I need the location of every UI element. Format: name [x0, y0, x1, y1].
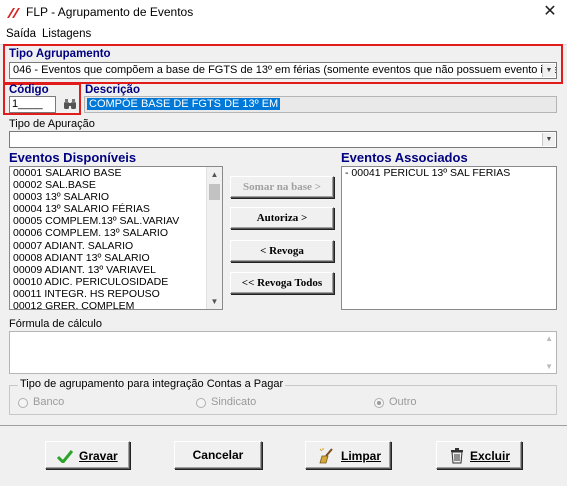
eventos-disponiveis-rows: 00001 SALARIO BASE 00002 SAL.BASE 00003 13…: [10, 167, 222, 309]
menu-bar: Saída Listagens: [0, 26, 567, 44]
tipo-apuracao-label: Tipo de Apuração: [9, 118, 95, 130]
list-item[interactable]: 00001 SALARIO BASE: [10, 167, 222, 179]
excluir-label: Excluir: [470, 449, 511, 463]
tipo-agrupamento-value: 046 - Eventos que compõem a base de FGTS…: [13, 64, 557, 76]
scroll-up-icon[interactable]: ▲: [207, 167, 222, 182]
radio-banco[interactable]: [18, 398, 28, 408]
descricao-value: COMPÕE BASE DE FGTS DE 13º EM: [87, 98, 281, 110]
list-item[interactable]: 00008 ADIANT 13º SALARIO: [10, 252, 222, 264]
eventos-disponiveis-label: Eventos Disponíveis: [9, 150, 137, 165]
excluir-button[interactable]: Excluir: [436, 441, 522, 469]
close-icon[interactable]: ✕: [540, 2, 560, 22]
formula-textarea[interactable]: ▲ ▼: [9, 331, 557, 374]
descricao-field[interactable]: COMPÕE BASE DE FGTS DE 13º EM: [84, 96, 557, 113]
title-bar: FLP - Agrupamento de Eventos ✕: [0, 0, 567, 26]
descricao-label: Descrição: [85, 84, 140, 96]
eventos-associados-rows: - 00041 PERICUL 13º SAL FERIAS: [342, 167, 556, 179]
tipo-apuracao-select[interactable]: ▼: [9, 131, 557, 148]
radio-sindicato-label: Sindicato: [211, 396, 257, 408]
autoriza-button[interactable]: Autoriza >: [230, 207, 334, 229]
scroll-thumb[interactable]: [209, 184, 220, 200]
list-item[interactable]: 00011 INTEGR. HS REPOUSO: [10, 288, 222, 300]
list-item[interactable]: 00002 SAL.BASE: [10, 179, 222, 191]
limpar-button[interactable]: Limpar: [305, 441, 391, 469]
radio-sindicato[interactable]: [196, 398, 206, 408]
list-item[interactable]: 00005 COMPLEM.13º SAL.VARIAV: [10, 215, 222, 227]
list-item[interactable]: 00006 COMPLEM. 13º SALARIO: [10, 227, 222, 239]
revoga-button[interactable]: < Revoga: [230, 240, 334, 262]
window-title: FLP - Agrupamento de Eventos: [26, 5, 194, 19]
scroll-down-icon[interactable]: ▼: [207, 294, 222, 309]
radio-outro-label: Outro: [389, 396, 417, 408]
app-logo-icon: [7, 8, 20, 18]
menu-item-listagens[interactable]: Listagens: [42, 28, 91, 40]
tipo-agrupamento-label: Tipo Agrupamento: [9, 48, 111, 60]
integracao-label: Tipo de agrupamento para integração Cont…: [18, 378, 286, 390]
list-item[interactable]: 00009 ADIANT. 13º VARIAVEL: [10, 264, 222, 276]
list-item[interactable]: 00003 13º SALARIO: [10, 191, 222, 203]
gravar-button[interactable]: Gravar: [45, 441, 130, 469]
eventos-associados-label: Eventos Associados: [341, 150, 468, 165]
somar-na-base-button[interactable]: Somar na base >: [230, 176, 334, 198]
codigo-label: Código: [9, 84, 49, 96]
separator: [0, 425, 567, 426]
scroll-up-icon: ▲: [545, 334, 553, 343]
eventos-disponiveis-list[interactable]: 00001 SALARIO BASE 00002 SAL.BASE 00003 13…: [9, 166, 223, 310]
list-item[interactable]: 00010 ADIC. PERICULOSIDADE: [10, 276, 222, 288]
eventos-disponiveis-scrollbar[interactable]: ▲ ▼: [206, 167, 222, 309]
trash-icon: [451, 448, 463, 464]
list-item[interactable]: 00007 ADIANT. SALARIO: [10, 240, 222, 252]
list-item[interactable]: - 00041 PERICUL 13º SAL FERIAS: [342, 167, 556, 179]
menu-item-saida[interactable]: Saída: [6, 28, 36, 40]
broom-icon: [319, 448, 333, 464]
radio-banco-label: Banco: [33, 396, 65, 408]
limpar-label: Limpar: [341, 449, 382, 463]
binoculars-icon[interactable]: [63, 98, 77, 111]
codigo-input[interactable]: 1____: [9, 96, 56, 113]
dropdown-arrow-icon[interactable]: ▼: [542, 133, 555, 146]
eventos-associados-list[interactable]: - 00041 PERICUL 13º SAL FERIAS: [341, 166, 557, 310]
revoga-todos-button[interactable]: << Revoga Todos: [230, 272, 334, 294]
radio-outro[interactable]: [374, 398, 384, 408]
list-item[interactable]: 00012 GRER. COMPLEM: [10, 300, 222, 309]
dropdown-arrow-icon[interactable]: ▼: [542, 64, 555, 77]
list-item[interactable]: 00004 13º SALARIO FÉRIAS: [10, 203, 222, 215]
gravar-label: Gravar: [79, 449, 118, 463]
formula-label: Fórmula de cálculo: [9, 318, 102, 330]
tipo-agrupamento-select[interactable]: 046 - Eventos que compõem a base de FGTS…: [9, 62, 557, 79]
check-icon: [57, 450, 73, 463]
cancelar-button[interactable]: Cancelar: [174, 441, 262, 469]
scroll-down-icon: ▼: [545, 362, 553, 371]
